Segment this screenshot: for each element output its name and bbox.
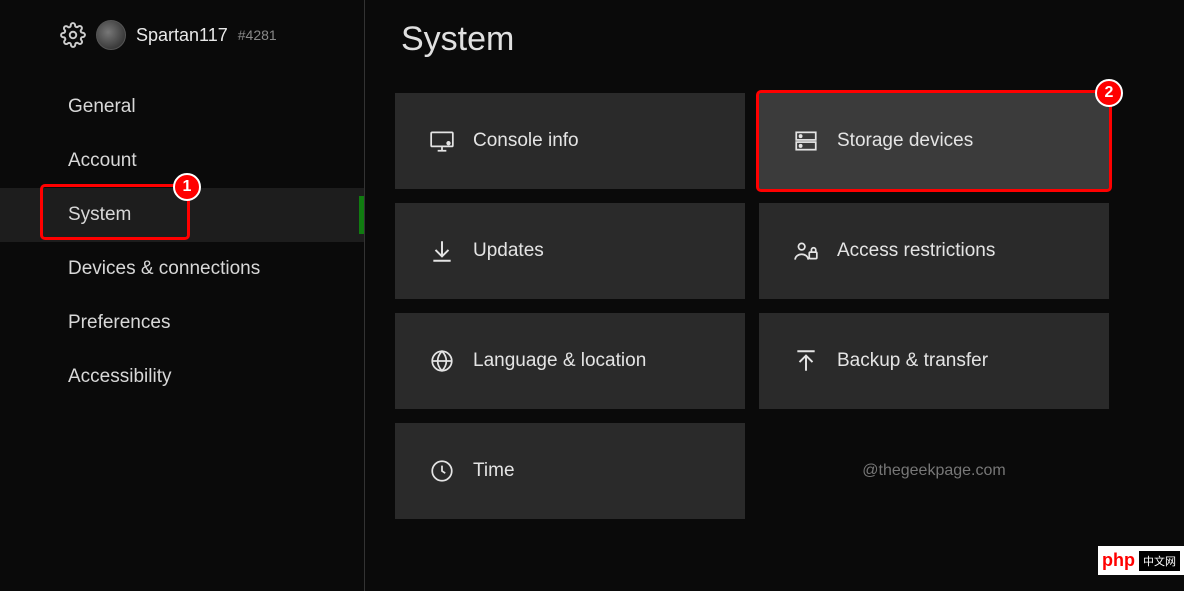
sidebar-item-label: Devices & connections bbox=[68, 258, 260, 279]
php-text: php bbox=[1102, 550, 1135, 571]
tile-label: Console info bbox=[473, 130, 579, 152]
sidebar-item-preferences[interactable]: Preferences bbox=[0, 296, 364, 350]
sidebar-item-devices[interactable]: Devices & connections bbox=[0, 242, 364, 296]
sidebar-item-general[interactable]: General bbox=[0, 80, 364, 134]
tile-backup-transfer[interactable]: Backup & transfer bbox=[759, 313, 1109, 409]
avatar bbox=[96, 20, 126, 50]
sidebar-item-label: Accessibility bbox=[68, 366, 171, 387]
globe-icon bbox=[429, 348, 455, 374]
annotation-badge-2: 2 bbox=[1095, 79, 1123, 107]
sidebar-item-label: System bbox=[68, 204, 131, 225]
watermark-cell: @thegeekpage.com bbox=[759, 423, 1109, 519]
tile-label: Language & location bbox=[473, 350, 646, 372]
php-badge: php 中文网 bbox=[1098, 546, 1184, 575]
tile-storage-devices[interactable]: Storage devices 2 bbox=[759, 93, 1109, 189]
sidebar-item-label: General bbox=[68, 96, 136, 117]
tile-label: Time bbox=[473, 460, 515, 482]
username: Spartan117 bbox=[136, 25, 228, 46]
sidebar-item-label: Account bbox=[68, 150, 137, 171]
tile-label: Access restrictions bbox=[837, 240, 995, 262]
tile-label: Updates bbox=[473, 240, 544, 262]
tile-time[interactable]: Time bbox=[395, 423, 745, 519]
gear-icon bbox=[60, 22, 86, 48]
tile-label: Backup & transfer bbox=[837, 350, 988, 372]
sidebar-item-account[interactable]: Account bbox=[0, 134, 364, 188]
tile-updates[interactable]: Updates bbox=[395, 203, 745, 299]
watermark: @thegeekpage.com bbox=[862, 462, 1005, 480]
page-title: System bbox=[401, 20, 1154, 59]
tile-console-info[interactable]: Console info bbox=[395, 93, 745, 189]
php-cn: 中文网 bbox=[1139, 551, 1180, 571]
monitor-icon bbox=[429, 128, 455, 154]
tile-language-location[interactable]: Language & location bbox=[395, 313, 745, 409]
main-content: System Console info Storage devices 2 bbox=[365, 0, 1184, 591]
tiles-grid: Console info Storage devices 2 Updates bbox=[395, 93, 1154, 519]
user-tag: #4281 bbox=[238, 27, 277, 43]
sidebar: Spartan117 #4281 General Account System 1… bbox=[0, 0, 365, 591]
tile-label: Storage devices bbox=[837, 130, 973, 152]
tile-access-restrictions[interactable]: Access restrictions bbox=[759, 203, 1109, 299]
clock-icon bbox=[429, 458, 455, 484]
people-lock-icon bbox=[793, 238, 819, 264]
sidebar-item-accessibility[interactable]: Accessibility bbox=[0, 350, 364, 404]
sidebar-item-label: Preferences bbox=[68, 312, 170, 333]
upload-icon bbox=[793, 348, 819, 374]
sidebar-item-system[interactable]: System 1 bbox=[0, 188, 364, 242]
profile-header: Spartan117 #4281 bbox=[0, 20, 364, 80]
storage-icon bbox=[793, 128, 819, 154]
download-icon bbox=[429, 238, 455, 264]
